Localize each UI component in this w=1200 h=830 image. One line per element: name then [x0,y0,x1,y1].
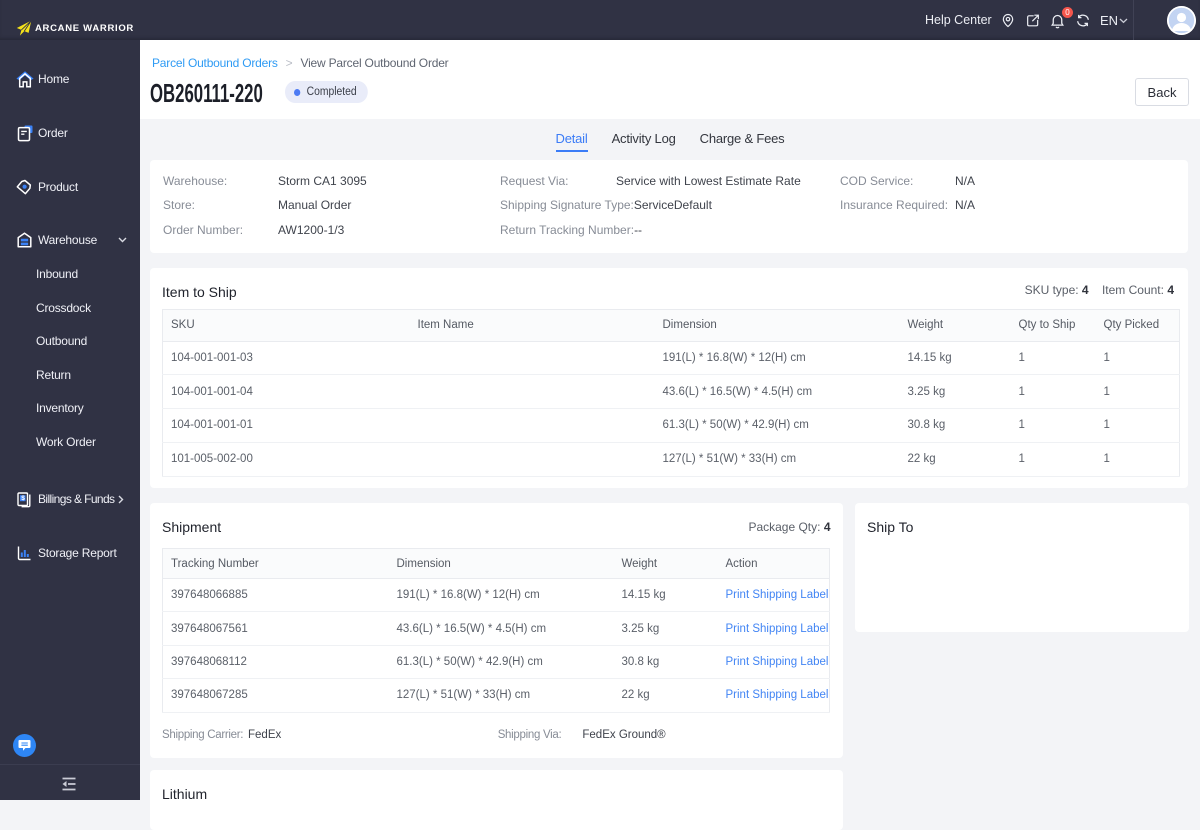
svg-text:$: $ [21,495,25,502]
